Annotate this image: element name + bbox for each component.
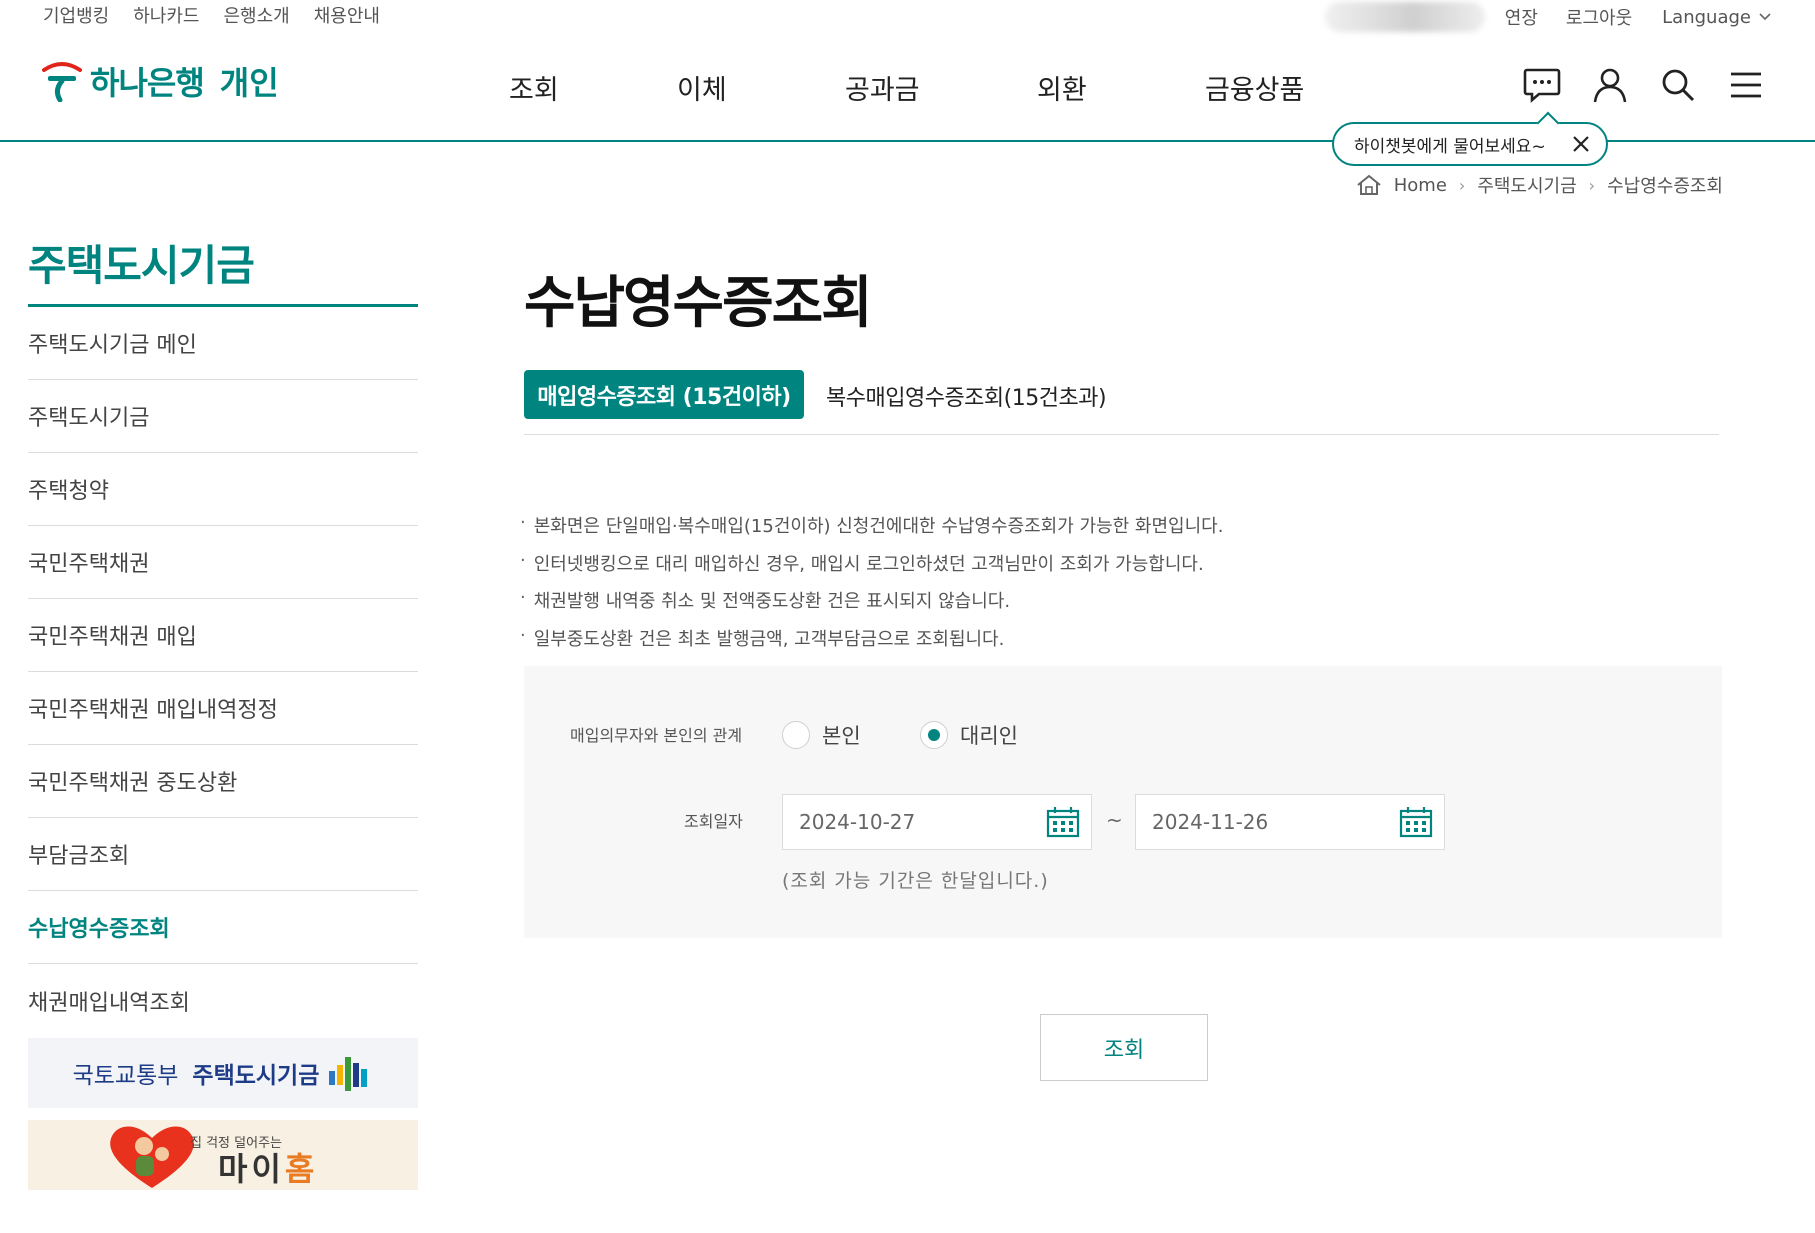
notice-item: · 인터넷뱅킹으로 대리 매입하신 경우, 매입시 로그인하셨던 고객님만이 조회…: [520, 550, 1223, 588]
util-link-about[interactable]: 은행소개: [224, 2, 290, 28]
sidebar-item-fund[interactable]: 주택도시기금: [28, 380, 418, 453]
breadcrumb: Home › 주택도시기금 › 수납영수증조회: [1356, 172, 1723, 198]
banner-myhome-title: 마이홈: [218, 1144, 318, 1190]
my-home-banner[interactable]: 집 걱정 덜어주는 마이홈: [28, 1120, 418, 1190]
utility-right: 연장 로그아웃 Language: [1324, 2, 1771, 32]
breadcrumb-level1[interactable]: 주택도시기금: [1477, 172, 1576, 198]
bullet-icon: ·: [520, 549, 526, 571]
chatbot-tooltip-text: 하이챗봇에게 물어보세요~: [1354, 136, 1546, 157]
nav-inquiry[interactable]: 조회: [509, 68, 559, 107]
sidebar-item-receipt-inquiry[interactable]: 수납영수증조회: [28, 891, 418, 964]
sidebar-item-bond-early-redemption[interactable]: 국민주택채권 중도상환: [28, 745, 418, 818]
radio-agent-circle[interactable]: [920, 721, 948, 749]
search-button[interactable]: 조회: [1040, 1014, 1208, 1081]
period-note: (조회 가능 기간은 한달입니다.): [782, 870, 1049, 892]
sidebar-item-charge-inquiry[interactable]: 부담금조회: [28, 818, 418, 891]
banner-molit-text: 국토교통부: [72, 1063, 179, 1089]
notice-item: · 본화면은 단일매입·복수매입(15건이하) 신청건에대한 수납영수증조회가 가…: [520, 512, 1223, 550]
util-link-careers[interactable]: 채용안내: [314, 2, 380, 28]
tab-single-receipt[interactable]: 매입영수증조회 (15건이하): [524, 370, 804, 419]
blurred-user-name: [1324, 2, 1485, 32]
sidebar-item-bond-purchase[interactable]: 국민주택채권 매입: [28, 599, 418, 672]
radio-agent-label: 대리인: [960, 724, 1018, 748]
date-label: 조회일자: [684, 812, 743, 831]
chevron-right-icon: ›: [1588, 175, 1596, 195]
banner-myhome-title-accent: 홈: [284, 1150, 319, 1188]
radio-selected-dot: [928, 729, 940, 741]
chevron-right-icon: ›: [1458, 175, 1466, 195]
end-date-value: 2024-11-26: [1152, 810, 1269, 834]
sidebar-menu: 주택도시기금 메인 주택도시기금 주택청약 국민주택채권 국민주택채권 매입 국…: [28, 307, 418, 1037]
bullet-icon: ·: [520, 512, 526, 533]
utility-links: 기업뱅킹 하나카드 은행소개 채용안내: [43, 2, 380, 28]
molit-fund-banner[interactable]: 국토교통부 주택도시기금: [28, 1038, 418, 1108]
calendar-icon[interactable]: [1045, 804, 1081, 840]
notice-text: 일부중도상환 건은 최초 발행금액, 고객부담금으로 조회됩니다.: [533, 628, 1005, 650]
nav-financial-products[interactable]: 금융상품: [1205, 68, 1304, 107]
menu-icon[interactable]: [1727, 66, 1765, 104]
radio-self-label: 본인: [822, 724, 861, 748]
calendar-icon[interactable]: [1398, 804, 1434, 840]
nav-utilities[interactable]: 공과금: [845, 68, 920, 107]
banner-myhome-title-main: 마이: [218, 1150, 285, 1188]
start-date-input[interactable]: 2024-10-27: [782, 794, 1092, 850]
heart-family-illustration: [110, 1126, 194, 1188]
language-selector[interactable]: Language: [1662, 7, 1771, 28]
util-link-corporate[interactable]: 기업뱅킹: [43, 2, 109, 28]
close-icon[interactable]: [1572, 135, 1590, 153]
page-title: 수납영수증조회: [524, 271, 873, 336]
home-icon[interactable]: [1356, 174, 1382, 196]
notice-item: · 일부중도상환 건은 최초 발행금액, 고객부담금으로 조회됩니다.: [520, 625, 1223, 663]
bullet-icon: ·: [520, 587, 526, 608]
sidebar-item-bond-purchase-correction[interactable]: 국민주택채권 매입내역정정: [28, 672, 418, 745]
relation-label: 매입의무자와 본인의 관계: [570, 726, 743, 745]
breadcrumb-level2[interactable]: 수납영수증조회: [1607, 172, 1723, 198]
sidebar-title: 주택도시기금: [28, 241, 255, 290]
chatbot-icon[interactable]: [1523, 66, 1561, 104]
extend-session-link[interactable]: 연장: [1505, 4, 1538, 30]
language-label: Language: [1662, 6, 1751, 28]
logout-link[interactable]: 로그아웃: [1566, 4, 1632, 30]
notice-text: 인터넷뱅킹으로 대리 매입하신 경우, 매입시 로그인하셨던 고객님만이 조회가…: [533, 553, 1204, 575]
notice-text: 채권발행 내역중 취소 및 전액중도상환 건은 표시되지 않습니다.: [533, 591, 1011, 612]
radio-agent[interactable]: 대리인: [920, 720, 1018, 750]
search-icon[interactable]: [1659, 66, 1697, 104]
nav-transfer[interactable]: 이체: [677, 68, 727, 107]
header-icons: [1523, 66, 1765, 104]
notice-item: · 채권발행 내역중 취소 및 전액중도상환 건은 표시되지 않습니다.: [520, 587, 1223, 625]
chevron-down-icon: [1759, 13, 1771, 21]
search-form: 매입의무자와 본인의 관계 본인 대리인 조회일자 2024-10-27 ~ 2…: [524, 666, 1722, 938]
start-date-value: 2024-10-27: [799, 810, 916, 834]
util-link-card[interactable]: 하나카드: [133, 2, 199, 28]
user-icon[interactable]: [1591, 66, 1629, 104]
tab-multiple-receipt[interactable]: 복수매입영수증조회(15건초과): [826, 380, 1107, 412]
radio-self-circle[interactable]: [782, 721, 810, 749]
sidebar-item-fund-main[interactable]: 주택도시기금 메인: [28, 307, 418, 380]
notice-list: · 본화면은 단일매입·복수매입(15건이하) 신청건에대한 수납영수증조회가 가…: [520, 512, 1223, 662]
sidebar-item-national-housing-bond[interactable]: 국민주택채권: [28, 526, 418, 599]
sidebar-item-bond-purchase-history[interactable]: 채권매입내역조회: [28, 964, 418, 1037]
building-logo-icon: [329, 1057, 368, 1091]
end-date-input[interactable]: 2024-11-26: [1135, 794, 1445, 850]
tab-divider: [524, 434, 1719, 435]
nav-foreign-exchange[interactable]: 외환: [1037, 68, 1087, 107]
banner-fund-text: 주택도시기금: [192, 1063, 320, 1089]
chatbot-tooltip[interactable]: 하이챗봇에게 물어보세요~: [1332, 122, 1608, 166]
sidebar-item-housing-subscription[interactable]: 주택청약: [28, 453, 418, 526]
radio-self[interactable]: 본인: [782, 720, 861, 750]
date-range-separator: ~: [1106, 808, 1123, 832]
bullet-icon: ·: [520, 624, 526, 646]
notice-text: 본화면은 단일매입·복수매입(15건이하) 신청건에대한 수납영수증조회가 가능…: [533, 516, 1224, 537]
breadcrumb-home[interactable]: Home: [1394, 175, 1447, 196]
